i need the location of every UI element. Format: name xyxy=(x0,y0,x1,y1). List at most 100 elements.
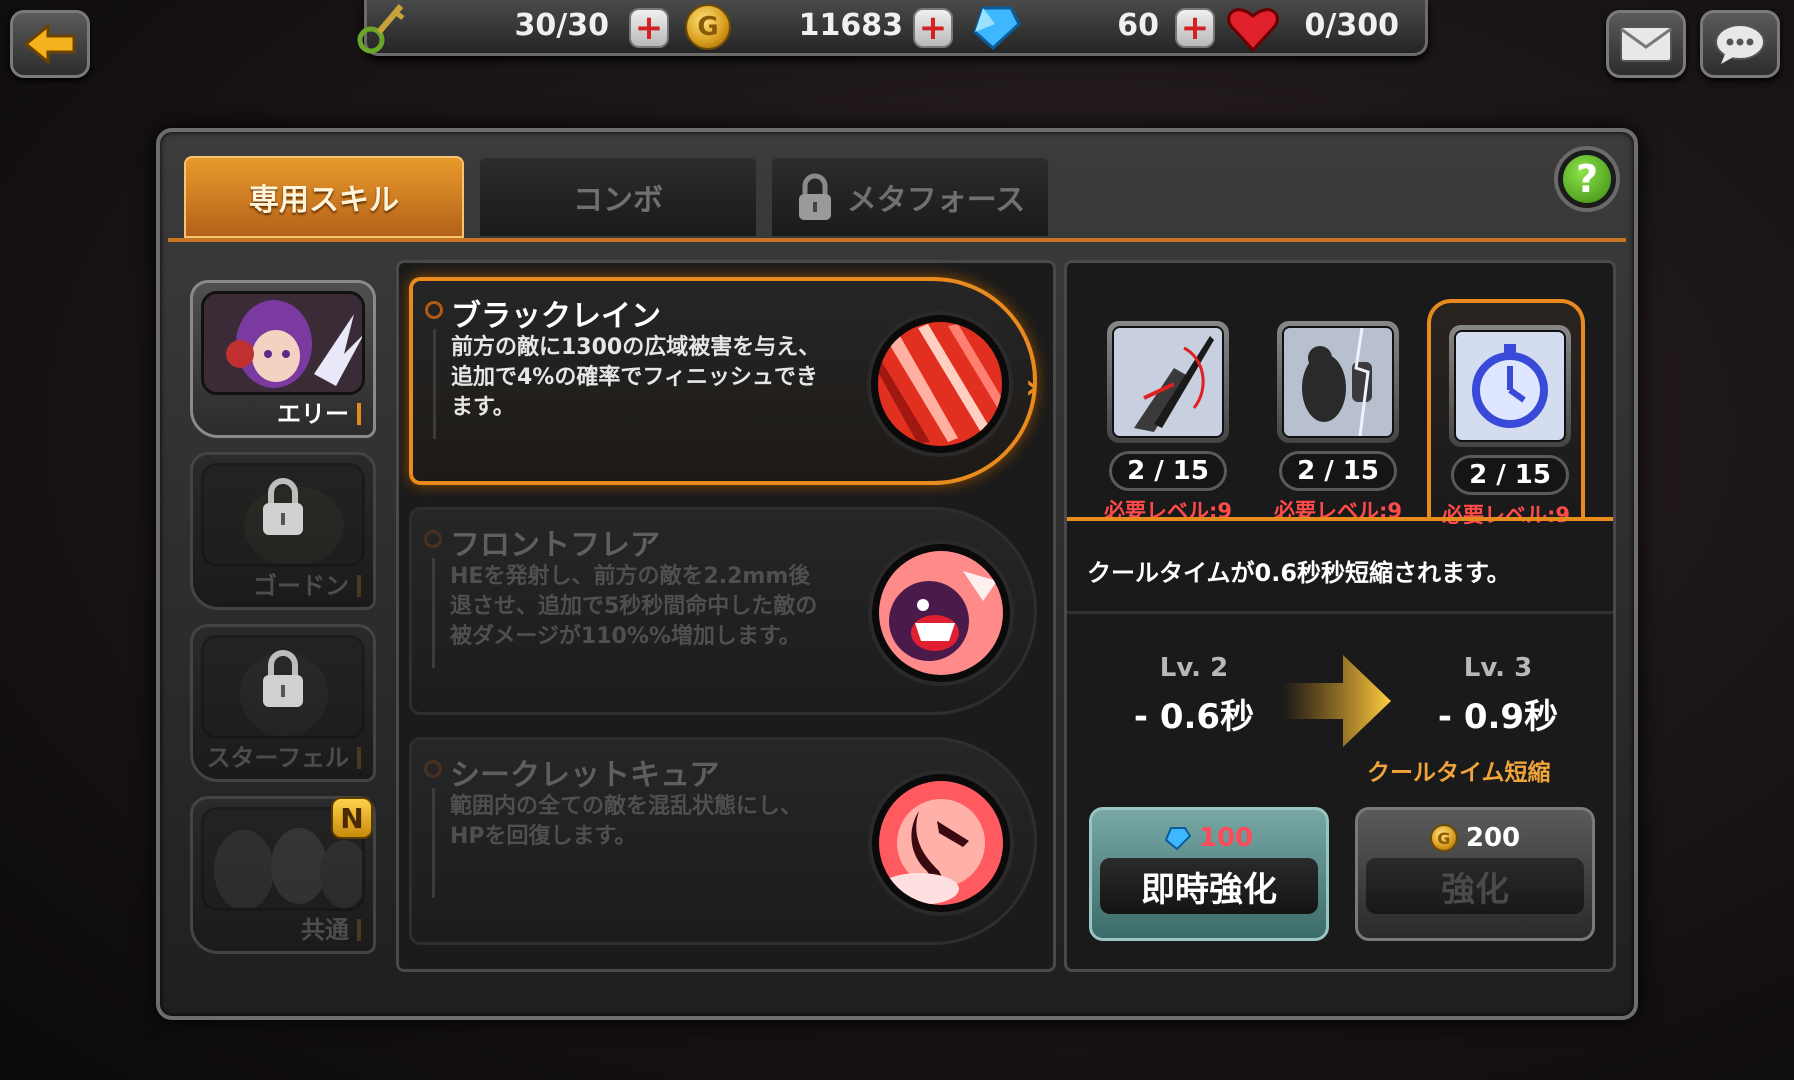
upgrade-icon-frame xyxy=(1107,321,1229,443)
upgrade-slot-cooldown[interactable]: 2 / 15 必要レベル:9 xyxy=(1427,299,1585,527)
instant-price-value: 100 xyxy=(1198,823,1254,853)
upgrade-icon-frame xyxy=(1449,325,1571,447)
upgrade-slot-chance[interactable]: 2 / 15 必要レベル:9 xyxy=(1259,299,1417,523)
lock-icon xyxy=(798,173,831,220)
coin-symbol: G xyxy=(1437,828,1451,848)
instant-price: 100 xyxy=(1100,818,1318,858)
resource-bar: 30/30 + G 11683 + 60 + 0/300 xyxy=(357,0,1428,56)
current-level-value: - 0.6秒 xyxy=(1133,697,1255,737)
skill-detail-panel: 2 / 15 必要レベル:9 2 / 15 必要レベル:9 2 / 15 必要レ… xyxy=(1064,260,1616,972)
keys-count: 30/30 xyxy=(514,8,609,43)
upgrade-icon-frame xyxy=(1277,321,1399,443)
instant-upgrade-label: 即時強化 xyxy=(1100,858,1318,914)
character-marker xyxy=(357,575,361,597)
upgrade-count: 2 / 15 xyxy=(1451,455,1569,495)
skill-description: 前方の敵に1300の広域被害を与え、追加で4%の確率でフィニッシュできます。 xyxy=(451,335,821,420)
add-keys-button[interactable]: + xyxy=(629,8,669,48)
skill-panel: 専用スキル コンボ メタフォース ? エリー ゴードン スターフェル N 共通 … xyxy=(156,128,1638,1020)
instant-upgrade-button[interactable]: 100 即時強化 xyxy=(1089,807,1329,941)
chevron-right-icon: › xyxy=(1024,367,1039,407)
secret-cure-icon xyxy=(879,781,1003,905)
current-level: Lv. 2 - 0.6秒 xyxy=(1099,653,1289,738)
lock-icon xyxy=(263,650,303,707)
lightning-fist-icon xyxy=(1282,326,1394,438)
character-card-gordon[interactable]: ゴードン xyxy=(190,452,376,610)
add-gold-button[interactable]: + xyxy=(913,8,953,48)
upgrade-count: 2 / 15 xyxy=(1109,451,1227,491)
gold-count: 11683 xyxy=(798,8,903,43)
skill-list: ブラックレイン 前方の敵に1300の広域被害を与え、追加で4%の確率でフィニッシ… xyxy=(396,260,1056,972)
front-flare-icon xyxy=(879,551,1003,675)
skill-icon-frame xyxy=(868,770,1014,916)
tab-underline xyxy=(168,238,1626,242)
sword-arm-icon xyxy=(1112,326,1224,438)
character-card-ellie[interactable]: エリー xyxy=(190,280,376,438)
character-marker xyxy=(357,403,361,425)
gold-coin-icon: G xyxy=(1429,824,1458,852)
skill-icon-frame xyxy=(867,311,1013,457)
skill-bullet xyxy=(424,530,442,548)
skill-divider xyxy=(432,788,435,898)
character-marker xyxy=(357,747,361,769)
upgrade-count: 2 / 15 xyxy=(1279,451,1397,491)
current-level-label: Lv. 2 xyxy=(1159,653,1229,683)
skill-title: シークレットキュア xyxy=(450,758,720,793)
skill-description: HEを発射し、前方の敵を2.2mm後退させ、追加で5秒秒間命中した敵の被ダメージ… xyxy=(450,564,818,649)
add-gems-button[interactable]: + xyxy=(1175,8,1215,48)
skill-title: フロントフレア xyxy=(450,528,660,563)
upgrade-price-value: 200 xyxy=(1465,823,1521,853)
gem-icon xyxy=(1164,827,1191,850)
tab-exclusive-skill[interactable]: 専用スキル xyxy=(184,156,464,238)
skill-row-secret-cure[interactable]: シークレットキュア 範囲内の全ての敵を混乱状態にし、HPを回復します。 xyxy=(409,737,1037,945)
upgrade-button[interactable]: G 200 強化 xyxy=(1355,807,1595,941)
character-name: エリー xyxy=(277,400,349,428)
upgrade-underline xyxy=(1067,517,1613,521)
skill-icon-frame xyxy=(868,540,1014,686)
character-marker xyxy=(357,919,361,941)
key-icon xyxy=(357,4,405,54)
hearts-count: 0/300 xyxy=(1304,8,1399,43)
character-portrait xyxy=(201,291,365,395)
new-badge: N xyxy=(331,797,373,839)
black-rain-icon xyxy=(878,322,1002,446)
mail-button[interactable] xyxy=(1606,10,1686,78)
upgrade-slot-damage[interactable]: 2 / 15 必要レベル:9 xyxy=(1089,299,1247,523)
upgrade-price: G 200 xyxy=(1366,818,1584,858)
character-card-common[interactable]: N 共通 xyxy=(190,796,376,954)
heart-icon xyxy=(1227,8,1279,52)
help-button[interactable]: ? xyxy=(1554,146,1620,212)
skill-divider xyxy=(432,558,435,668)
stopwatch-icon xyxy=(1454,330,1566,442)
character-name: スターフェル xyxy=(206,744,349,772)
next-level-label: Lv. 3 xyxy=(1463,653,1533,683)
skill-row-black-rain[interactable]: ブラックレイン 前方の敵に1300の広域被害を与え、追加で4%の確率でフィニッシ… xyxy=(409,277,1039,485)
character-name: ゴードン xyxy=(253,572,349,600)
skill-row-front-flare[interactable]: フロントフレア HEを発射し、前方の敵を2.2mm後退させ、追加で5秒秒間命中し… xyxy=(409,507,1037,715)
character-card-starfell[interactable]: スターフェル xyxy=(190,624,376,782)
upgrade-label: 強化 xyxy=(1366,858,1584,914)
mail-icon xyxy=(1620,26,1672,62)
skill-bullet xyxy=(424,760,442,778)
tab-metaforce[interactable]: メタフォース xyxy=(770,156,1050,238)
back-button[interactable] xyxy=(10,10,90,78)
next-level: Lv. 3 - 0.9秒 xyxy=(1403,653,1593,738)
tab-metaforce-label: メタフォース xyxy=(846,183,1026,218)
gold-coin-icon: G xyxy=(685,4,731,50)
required-level: 必要レベル:9 xyxy=(1441,503,1570,527)
character-name: 共通 xyxy=(301,916,349,944)
next-level-value: - 0.9秒 xyxy=(1437,697,1559,737)
skill-divider xyxy=(433,329,436,439)
gems-count: 60 xyxy=(1117,8,1159,43)
tab-combo[interactable]: コンボ xyxy=(478,156,758,238)
effect-description: クールタイムが0.6秒秒短縮されます。 xyxy=(1087,559,1511,587)
cooldown-reduction-label: クールタイム短縮 xyxy=(1367,760,1551,786)
chat-button[interactable] xyxy=(1700,10,1780,78)
coin-symbol: G xyxy=(697,12,719,42)
chat-bubble-icon xyxy=(1715,24,1765,64)
divider xyxy=(1067,611,1613,614)
lock-icon xyxy=(263,478,303,535)
skill-bullet xyxy=(425,301,443,319)
skill-title: ブラックレイン xyxy=(451,299,661,334)
help-icon: ? xyxy=(1563,155,1611,203)
gem-icon xyxy=(973,6,1021,50)
